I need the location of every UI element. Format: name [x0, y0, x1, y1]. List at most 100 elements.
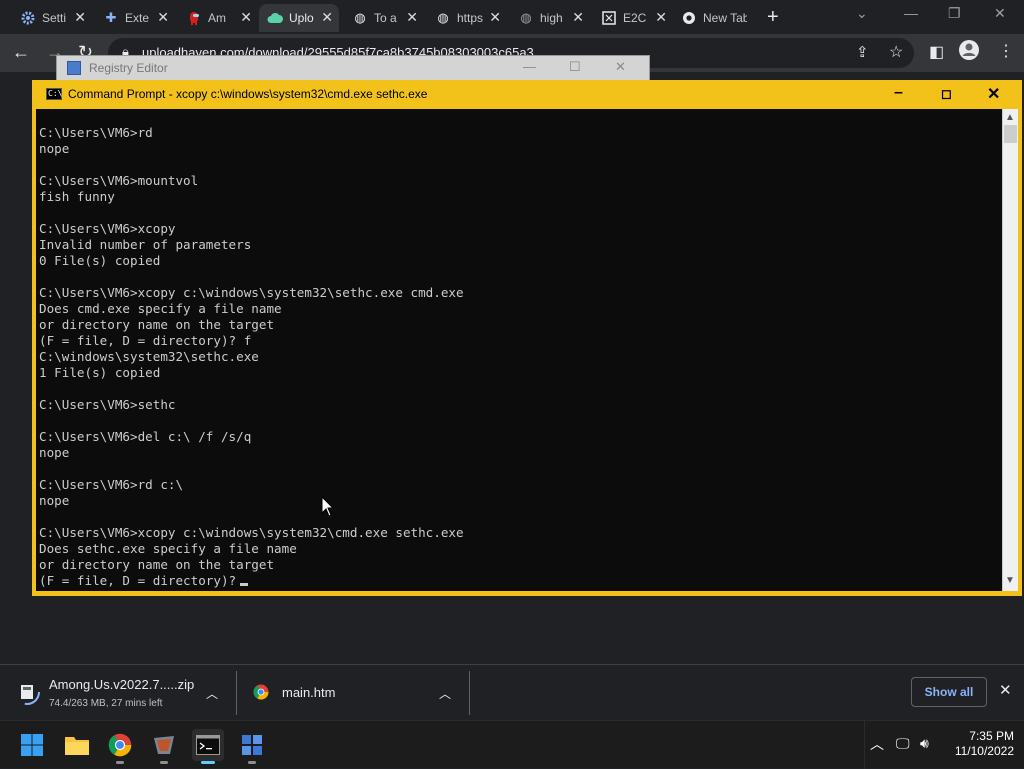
chevron-up-icon[interactable]: ︿ [206, 685, 218, 702]
close-download-bar-icon[interactable]: ✕ [999, 681, 1012, 699]
registry-editor-window[interactable]: Registry Editor — ☐ ✕ [56, 55, 650, 81]
close-tab-icon[interactable]: ✕ [406, 9, 418, 26]
tab-label: Exte [125, 11, 150, 25]
text-cursor [240, 583, 249, 586]
e2c-icon [601, 10, 617, 26]
close-tab-icon[interactable]: ✕ [489, 9, 501, 26]
back-arrow-icon[interactable]: ← [12, 42, 30, 63]
cmd-icon [196, 735, 220, 755]
new-tab-plus-icon[interactable]: + [767, 6, 779, 29]
tab-search-chevron-icon[interactable]: ⌄ [856, 5, 868, 22]
close-icon[interactable]: ✕ [987, 84, 1000, 104]
browser-tab-strip: Setti ✕ ✚ Exte ✕ Am ✕ Uplo ✕ ◍ To a ✕ ◍ … [0, 0, 1024, 34]
share-icon[interactable]: ⇪ [856, 43, 869, 61]
more-menu-icon[interactable]: ⋮ [998, 41, 1014, 61]
close-tab-icon[interactable]: ✕ [321, 9, 333, 26]
windows-taskbar: ︿ 🖵︎ 🔊︎ 7:35 PM 11/10/2022 [0, 720, 1024, 769]
close-icon[interactable]: ✕ [615, 59, 626, 75]
gear-icon [20, 10, 36, 26]
tab-label: https [457, 11, 483, 25]
start-button[interactable] [16, 729, 48, 761]
folder-icon [65, 737, 89, 755]
puzzle-icon: ✚ [105, 10, 117, 25]
download-item-main-htm[interactable]: main.htm ︿ [237, 665, 469, 721]
taskbar-file-explorer[interactable] [61, 729, 93, 761]
tab-label: E2C [623, 11, 647, 25]
close-tab-icon[interactable]: ✕ [655, 9, 667, 26]
download-item-among-us[interactable]: Among.Us.v2022.7.....zip 74.4/263 MB, 27… [0, 665, 236, 721]
taskbar-chrome[interactable] [104, 729, 136, 764]
profile-avatar-icon[interactable] [958, 39, 980, 66]
divider [469, 671, 470, 715]
maximize-icon[interactable]: ☐ [569, 59, 581, 75]
windows-logo-icon [21, 734, 43, 756]
window-title: Command Prompt - xcopy c:\windows\system… [68, 87, 428, 101]
chrome-icon [681, 10, 697, 26]
running-indicator [201, 761, 215, 764]
chevron-up-icon[interactable]: ︿ [439, 685, 451, 702]
title-bar[interactable]: C:\ Command Prompt - xcopy c:\windows\sy… [32, 80, 1022, 108]
tab-label: Am [208, 11, 226, 25]
zip-file-icon [14, 679, 40, 705]
download-filename: Among.Us.v2022.7.....zip [49, 677, 195, 692]
close-tab-icon[interactable]: ✕ [572, 9, 584, 26]
close-tab-icon[interactable]: ✕ [74, 9, 86, 26]
tab-label: Setti [42, 11, 67, 25]
cloud-upload-icon [267, 10, 283, 26]
chrome-icon [108, 733, 132, 757]
minimize-icon[interactable]: — [523, 59, 536, 74]
tab-label: New Tab [703, 11, 747, 25]
running-indicator [160, 761, 168, 764]
tab-https[interactable]: ◍ https ✕ [427, 4, 507, 32]
console-output-area[interactable]: C:\Users\VM6>rd nope C:\Users\VM6>mountv… [36, 109, 1002, 591]
tab-uploadhaven[interactable]: Uplo ✕ [259, 4, 339, 32]
globe-icon: ◍ [437, 10, 449, 25]
vertical-scrollbar[interactable]: ▲ ▼ [1002, 109, 1018, 591]
clock-date: 11/10/2022 [954, 744, 1014, 758]
network-icon[interactable]: 🖵︎ [896, 735, 910, 752]
chrome-icon [253, 684, 269, 700]
volume-icon[interactable]: 🔊︎ [920, 735, 929, 752]
console-text: C:\Users\VM6>rd nope C:\Users\VM6>mountv… [39, 125, 464, 588]
app-icon [154, 736, 174, 754]
among-us-icon [186, 10, 202, 26]
taskbar-app-shield[interactable] [148, 729, 180, 764]
scroll-up-arrow-icon[interactable]: ▲ [1005, 112, 1015, 123]
scroll-thumb[interactable] [1004, 125, 1017, 143]
taskbar-command-prompt[interactable] [192, 729, 224, 764]
close-window-icon[interactable]: ✕ [994, 5, 1006, 22]
globe-icon: ◍ [354, 10, 366, 25]
bookmark-star-icon[interactable]: ☆ [889, 42, 903, 62]
tab-label: high [540, 11, 563, 25]
scroll-down-arrow-icon[interactable]: ▼ [1005, 575, 1015, 586]
globe-icon: ◍ [520, 10, 532, 25]
show-hidden-icons-chevron-icon[interactable]: ︿ [870, 734, 884, 754]
tab-settings[interactable]: Setti ✕ [12, 4, 92, 32]
download-progress-text: 74.4/263 MB, 27 mins left [49, 698, 163, 709]
tab-e2c[interactable]: E2C ✕ [593, 4, 673, 32]
restore-icon[interactable]: ❐ [948, 5, 961, 22]
close-tab-icon[interactable]: ✕ [240, 9, 252, 26]
minimize-icon[interactable]: — [904, 5, 918, 21]
side-panel-icon[interactable]: ◧ [929, 42, 944, 62]
divider [864, 721, 865, 769]
command-prompt-window[interactable]: C:\ Command Prompt - xcopy c:\windows\sy… [32, 80, 1022, 596]
close-tab-icon[interactable]: ✕ [157, 9, 169, 26]
tab-label: Uplo [289, 11, 314, 25]
window-title: Registry Editor [89, 61, 168, 75]
maximize-icon[interactable]: ◻ [941, 86, 952, 102]
tab-extensions[interactable]: ✚ Exte ✕ [95, 4, 175, 32]
cmd-icon: C:\ [46, 88, 63, 100]
registry-editor-icon [242, 735, 262, 755]
tab-among-us[interactable]: Am ✕ [178, 4, 258, 32]
minimize-icon[interactable]: – [894, 84, 903, 102]
download-filename: main.htm [282, 685, 336, 700]
running-indicator [248, 761, 256, 764]
show-all-button[interactable]: Show all [911, 677, 987, 707]
tab-high[interactable]: ◍ high ✕ [510, 4, 590, 32]
tab-new-tab[interactable]: New Tab [673, 4, 761, 32]
registry-editor-icon [67, 61, 81, 75]
tab-to-a[interactable]: ◍ To a ✕ [344, 4, 424, 32]
system-clock[interactable]: 7:35 PM 11/10/2022 [946, 729, 1014, 759]
taskbar-registry-editor[interactable] [236, 729, 268, 764]
